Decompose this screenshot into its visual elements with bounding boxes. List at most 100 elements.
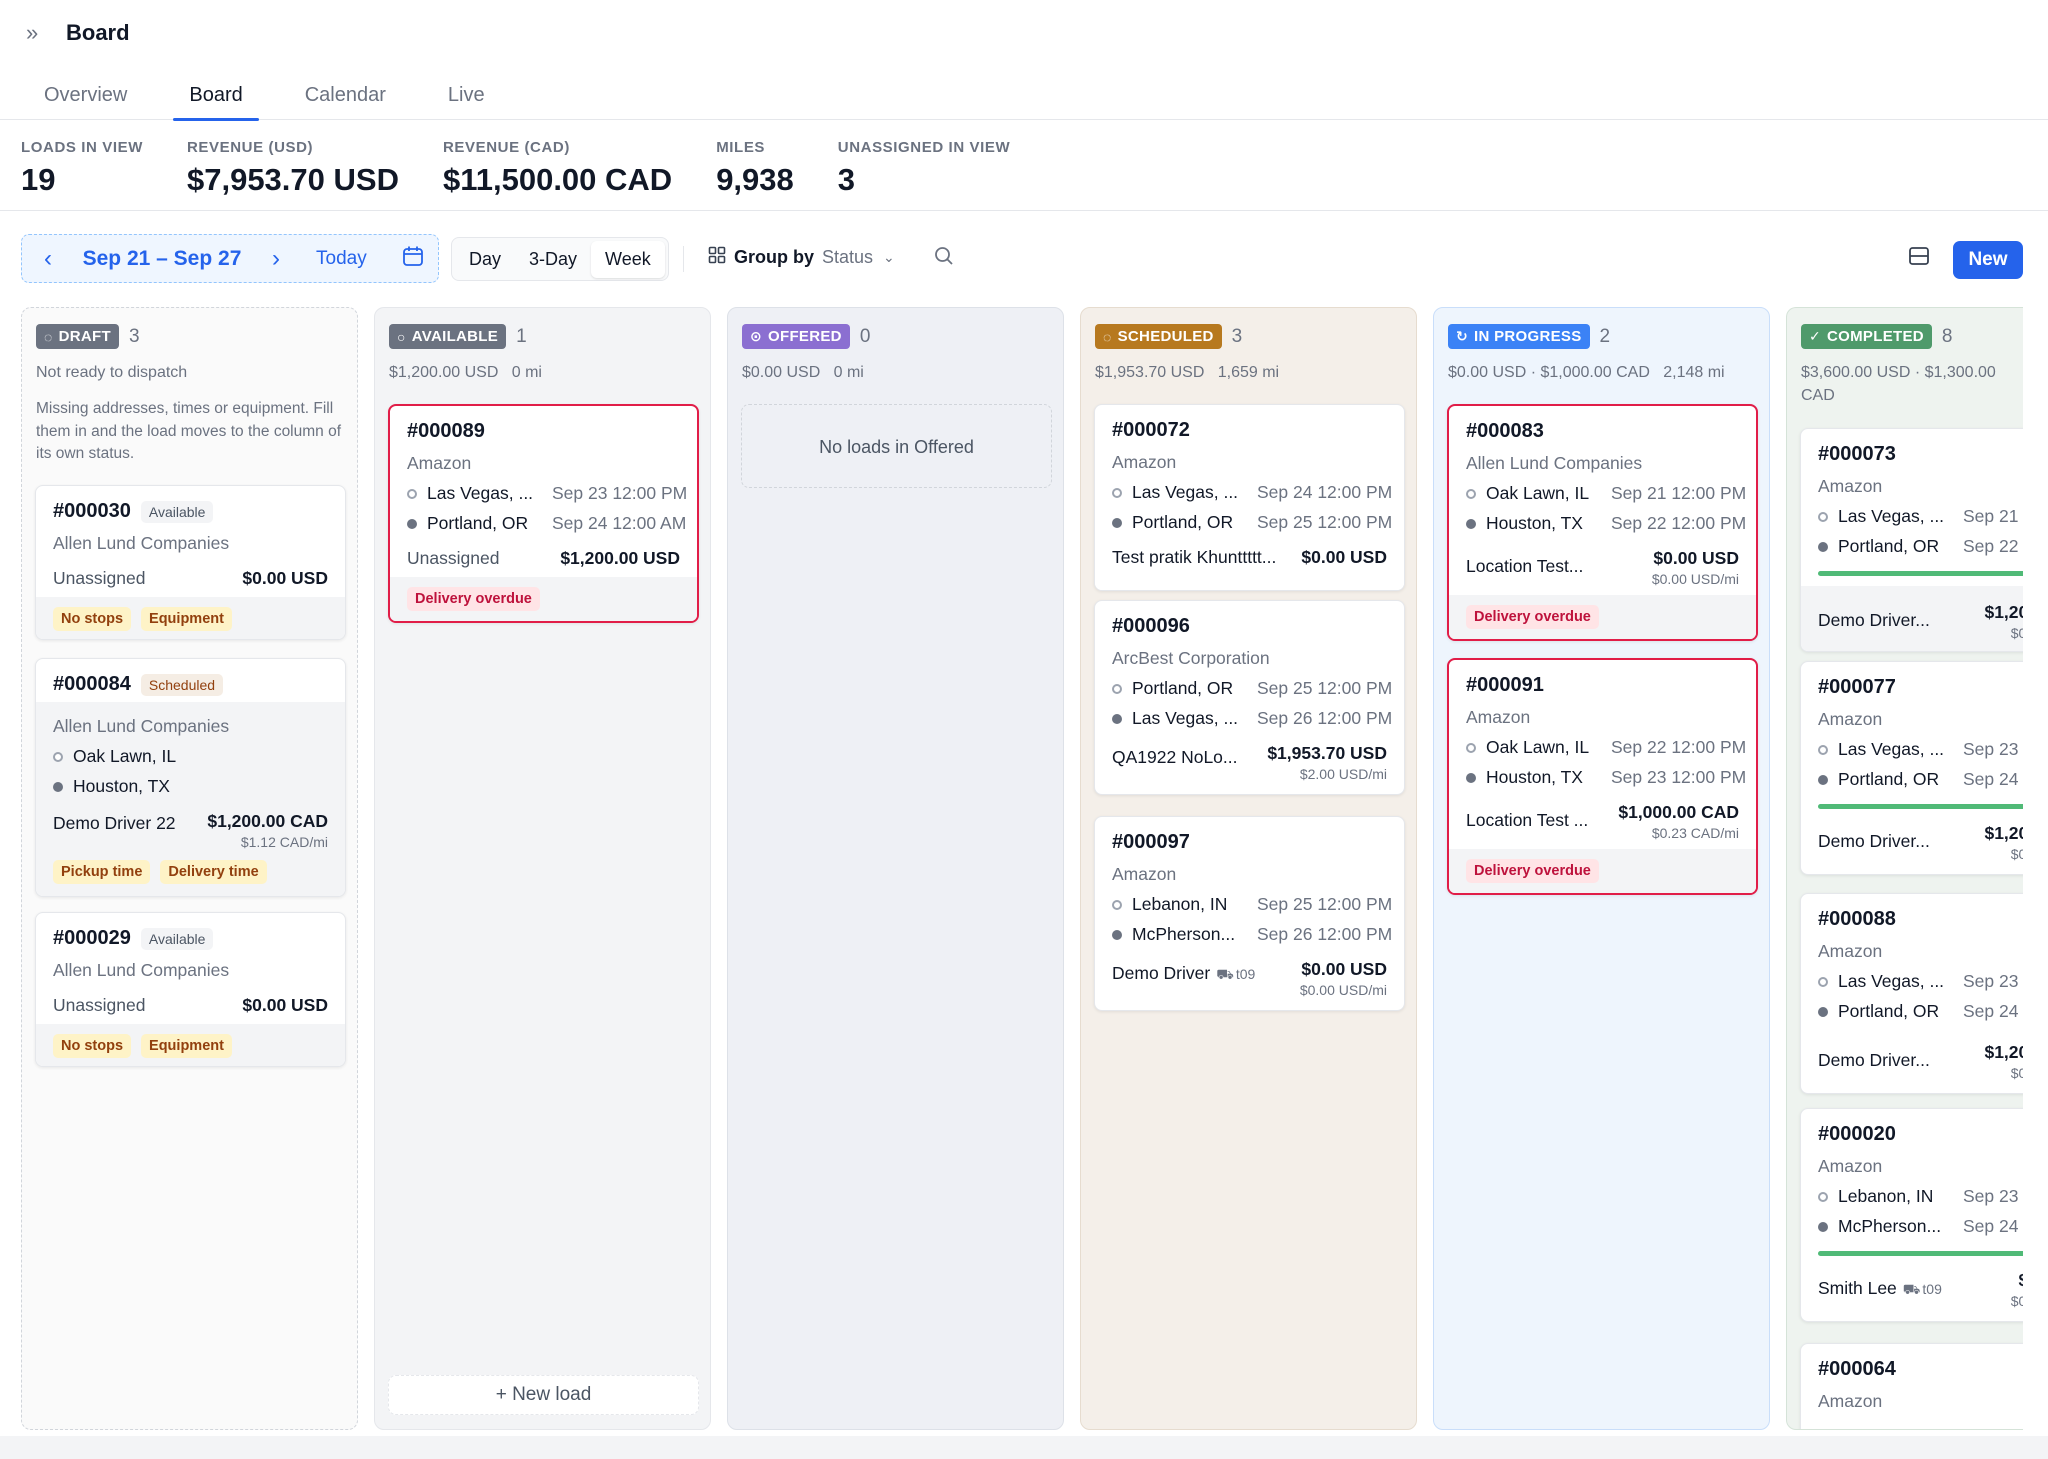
warning-tag: Equipment	[141, 1034, 232, 1058]
warning-tag: Delivery time	[160, 860, 267, 884]
stop-city: Oak Lawn, IL	[1486, 737, 1590, 757]
truck-icon: ⛟	[1216, 966, 1234, 982]
load-id: #000096	[1112, 615, 1190, 637]
status-pill-scheduled: ◌ SCHEDULED	[1095, 324, 1222, 349]
pickup-dot-icon	[1466, 488, 1476, 499]
load-card-000064[interactable]: #000064 Amazon	[1800, 1343, 2023, 1429]
column-count: 3	[1231, 326, 1243, 348]
status-badge: Available	[140, 927, 214, 950]
stat-label: REVENUE (USD)	[186, 139, 314, 156]
warning-tag: Pickup time	[53, 860, 151, 884]
status-pill-in-progress: ↻ IN PROGRESS	[1448, 324, 1590, 349]
load-card-000083[interactable]: #000083 Allen Lund Companies Oak Lawn, I…	[1447, 404, 1758, 641]
stop-city: McPherson...	[1132, 924, 1236, 944]
delivery-dot-icon	[1466, 772, 1476, 783]
view-segmented-control: Day 3-Day Week	[451, 237, 669, 281]
prev-week-chevron-left-icon[interactable]: ‹	[22, 245, 74, 273]
group-by-value: Status	[822, 247, 874, 267]
stop-city: Houston, TX	[1486, 513, 1583, 533]
load-card-000097[interactable]: #000097 Amazon Lebanon, IN Sep 25 12:00 P…	[1094, 816, 1405, 1011]
load-card-000072[interactable]: #000072 Amazon Las Vegas, ... Sep 24 12:0…	[1094, 404, 1405, 591]
load-amount: $1,200	[1984, 602, 2023, 622]
stop-city: Las Vegas, ...	[1838, 971, 1945, 991]
driver-name: Location Test...	[1466, 556, 1584, 576]
driver-name: Demo Driver...	[1818, 610, 1930, 630]
group-by-dropdown[interactable]: Group by Status ⌄	[708, 246, 895, 269]
load-id: #000029	[53, 927, 131, 949]
load-card-000088[interactable]: #000088 Amazon Las Vegas, ... Sep 23 1 Po…	[1800, 893, 2023, 1094]
stop-city: Portland, OR	[1132, 512, 1234, 532]
delivery-dot-icon	[53, 781, 63, 792]
load-card-000089[interactable]: #000089 Amazon Las Vegas, ... Sep 23 12:0…	[388, 404, 699, 623]
status-label: COMPLETED	[1827, 328, 1924, 345]
alert-tag: Delivery overdue	[1466, 605, 1599, 629]
stop-city: Portland, OR	[1838, 1001, 1940, 1021]
pickup-dot-icon	[1112, 487, 1122, 498]
tab-live[interactable]: Live	[432, 70, 501, 120]
load-card-000020[interactable]: #000020 Amazon Lebanon, IN Sep 23 1 McPhe…	[1800, 1108, 2023, 1322]
stop-time: Sep 23 12:00 PM	[1611, 767, 1747, 787]
load-card-000029[interactable]: #000029 Available Allen Lund Companies Un…	[35, 912, 346, 1067]
customer-name: Amazon	[1818, 1156, 1883, 1176]
status-label: SCHEDULED	[1117, 328, 1214, 345]
tab-calendar[interactable]: Calendar	[289, 70, 402, 120]
toolbar: ‹ Sep 21 – Sep 27 › Today Day 3-Day Week…	[0, 234, 2048, 286]
stop-time: Sep 22 12:00 PM	[1611, 513, 1747, 533]
customer-name: Allen Lund Companies	[53, 533, 230, 553]
today-button[interactable]: Today	[316, 248, 382, 270]
rate-per-mile: $0.6	[2010, 846, 2023, 862]
load-card-000091[interactable]: #000091 Amazon Oak Lawn, IL Sep 22 12:00 …	[1447, 658, 1758, 895]
column-completed: ✓ COMPLETED 8 $3,600.00 USD · $1,300.00 CA…	[1786, 307, 2023, 1430]
stop-time: Sep 21 1	[1963, 506, 2023, 526]
column-count: 0	[859, 325, 871, 347]
new-load-inline-button[interactable]: + New load	[388, 1375, 699, 1415]
tab-bar: Overview Board Calendar Live	[0, 70, 2048, 121]
view-week-button[interactable]: Week	[591, 240, 665, 278]
expand-sidebar-icon[interactable]: »	[26, 20, 62, 46]
rate-per-mile: $1.12 CAD/mi	[240, 834, 328, 850]
load-amount: $0.00 USD	[1301, 959, 1387, 979]
load-amount: $1,200.00 CAD	[207, 811, 328, 831]
load-id: #000089	[407, 420, 485, 442]
progress-bar	[1818, 571, 2023, 576]
circle-icon: ○	[397, 328, 406, 345]
rate-per-mile: $0.00 USD/mi	[1299, 982, 1387, 998]
load-card-000084[interactable]: #000084 Scheduled Allen Lund Companies Oa…	[35, 658, 346, 897]
bottom-scroll-area	[0, 1436, 2048, 1459]
view-3day-button[interactable]: 3-Day	[515, 241, 591, 278]
progress-bar	[1818, 804, 2023, 809]
calendar-icon[interactable]	[402, 245, 424, 273]
load-card-000073[interactable]: #000073 Amazon Las Vegas, ... Sep 21 1 Po…	[1800, 428, 2023, 652]
next-week-chevron-right-icon[interactable]: ›	[250, 245, 302, 273]
load-amount: $1,200	[1984, 1042, 2023, 1062]
layout-toggle-icon[interactable]	[1908, 245, 1930, 273]
spinner-icon: ↻	[1456, 328, 1469, 344]
stop-city: Oak Lawn, IL	[1486, 483, 1590, 503]
view-day-button[interactable]: Day	[455, 241, 515, 278]
rate-per-mile: $0.00 USD/mi	[1651, 571, 1739, 587]
date-range-label[interactable]: Sep 21 – Sep 27	[74, 247, 250, 271]
stop-city: Portland, OR	[1132, 678, 1234, 698]
clock-dashed-icon: ◌	[1103, 328, 1112, 345]
load-id: #000064	[1818, 1358, 1896, 1380]
load-card-000077[interactable]: #000077 Amazon Las Vegas, ... Sep 23 1 Po…	[1800, 661, 2023, 875]
divider	[683, 246, 684, 272]
load-card-000096[interactable]: #000096 ArcBest Corporation Portland, OR…	[1094, 600, 1405, 795]
load-card-000030[interactable]: #000030 Available Allen Lund Companies Un…	[35, 485, 346, 640]
stop-time: Sep 22 12:00 PM	[1611, 737, 1747, 757]
tab-board[interactable]: Board	[173, 70, 260, 121]
delivery-dot-icon	[1112, 517, 1122, 528]
stop-city: Portland, OR	[427, 513, 529, 533]
stop-time: Sep 24 1	[1963, 769, 2023, 789]
search-icon[interactable]	[933, 245, 955, 273]
truck-number: t09	[1922, 1281, 1942, 1297]
load-amount: $0.00 USD	[1653, 548, 1739, 568]
tab-overview[interactable]: Overview	[28, 70, 143, 120]
stat-label: REVENUE (CAD)	[442, 139, 570, 156]
group-by-label: Group by	[734, 247, 814, 267]
load-id: #000072	[1112, 419, 1190, 441]
empty-column-message: No loads in Offered	[741, 404, 1052, 488]
stop-city: Las Vegas, ...	[1132, 482, 1239, 502]
stop-time: Sep 23 1	[1963, 1186, 2023, 1206]
new-load-button[interactable]: New	[1953, 241, 2023, 279]
